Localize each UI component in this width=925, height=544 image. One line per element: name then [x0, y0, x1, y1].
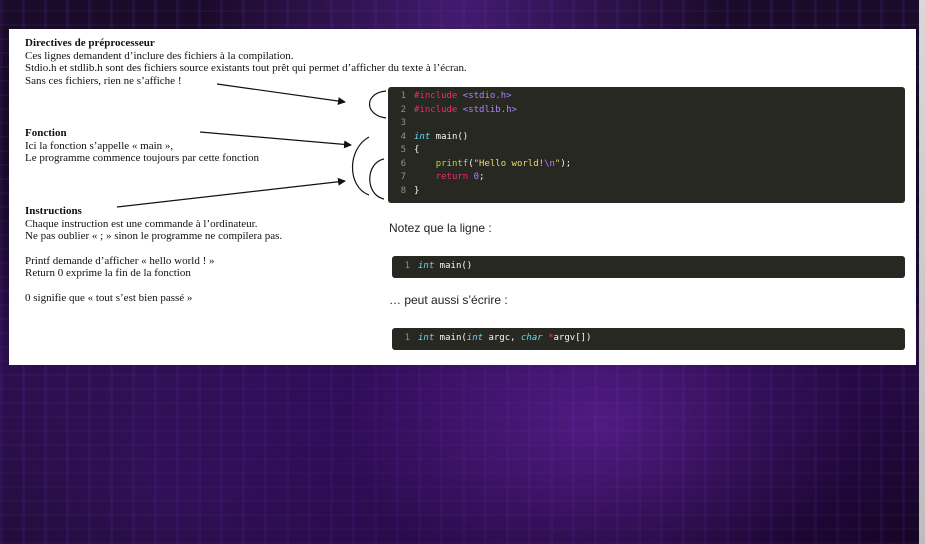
bracket-includes — [369, 90, 387, 119]
bracket-instructions — [369, 158, 385, 200]
arrow-preprocessor — [216, 83, 346, 105]
arrow-instructions — [116, 177, 346, 208]
annotation-arrows — [116, 83, 387, 208]
arrow-function — [199, 131, 352, 149]
bracket-function — [351, 136, 370, 196]
slide-page: Directives de préprocesseur Ces lignes d… — [9, 29, 916, 365]
window-edge — [919, 0, 925, 544]
